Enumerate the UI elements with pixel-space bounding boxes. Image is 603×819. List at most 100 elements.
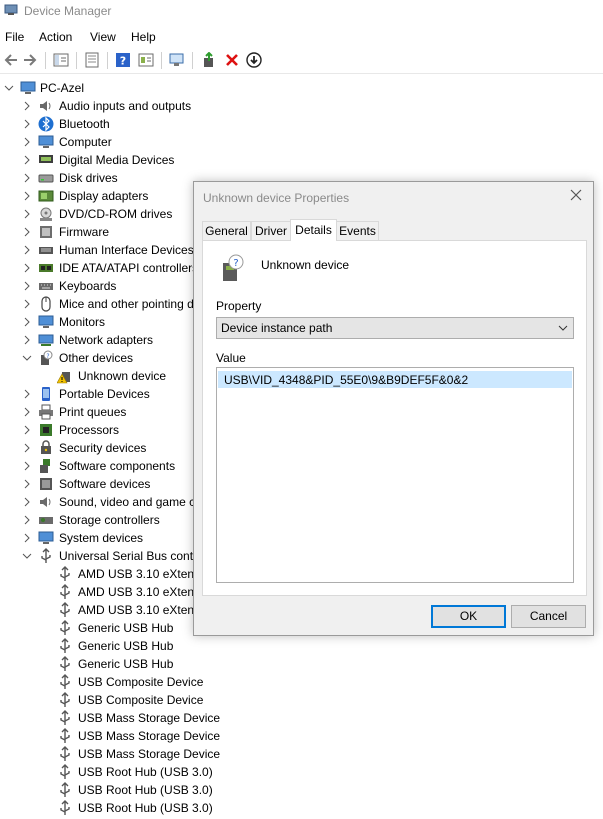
usb-child-item[interactable]: AMD USB 3.10 eXtensible Host Controller: [0, 565, 193, 583]
window-title: Device Manager: [24, 4, 112, 18]
tree-item-computer[interactable]: Computer: [0, 133, 193, 151]
tree-item-unknown-device[interactable]: Unknown device: [0, 367, 193, 385]
tree-item-security[interactable]: Security devices: [0, 439, 193, 457]
chevron-right-icon[interactable]: [22, 511, 32, 529]
tree-item-portable[interactable]: Portable Devices: [0, 385, 193, 403]
usb-child-item[interactable]: USB Composite Device: [0, 673, 260, 691]
chevron-right-icon[interactable]: [22, 439, 32, 457]
usb-child-item[interactable]: USB Root Hub (USB 3.0): [0, 781, 260, 799]
property-dropdown[interactable]: Device instance path: [216, 317, 574, 339]
tree-item-print-queues[interactable]: Print queues: [0, 403, 193, 421]
tree-item-audio[interactable]: Audio inputs and outputs: [0, 97, 193, 115]
menu-view[interactable]: View: [90, 30, 116, 44]
tree-item-digital-media[interactable]: Digital Media Devices: [0, 151, 193, 169]
processor-icon: [40, 424, 52, 436]
chevron-right-icon[interactable]: [22, 241, 32, 259]
chevron-right-icon[interactable]: [22, 259, 32, 277]
chevron-right-icon[interactable]: [22, 457, 32, 475]
tab-events[interactable]: Events: [336, 221, 379, 240]
tree-item-keyboards[interactable]: Keyboards: [0, 277, 193, 295]
usb-child-item[interactable]: Generic USB Hub: [0, 637, 260, 655]
chevron-right-icon[interactable]: [22, 187, 32, 205]
usb-child-item[interactable]: USB Root Hub (USB 3.0): [0, 799, 260, 817]
menu-help[interactable]: Help: [131, 30, 156, 44]
chevron-down-icon[interactable]: [22, 547, 32, 565]
tree-item-usb[interactable]: Universal Serial Bus controllers: [0, 547, 193, 565]
keyboard-icon: [39, 283, 53, 290]
usb-child-item[interactable]: USB Mass Storage Device: [0, 727, 260, 745]
chevron-right-icon[interactable]: [22, 421, 32, 439]
tree-item-system[interactable]: System devices: [0, 529, 193, 547]
menu-file[interactable]: File: [5, 30, 24, 44]
tree-item-software-components[interactable]: Software components: [0, 457, 193, 475]
chevron-right-icon[interactable]: [22, 493, 32, 511]
value-list[interactable]: USB\VID_4348&PID_55E0\9&B9DEF5F&0&2: [216, 367, 574, 583]
tree-item-mice[interactable]: Mice and other pointing devices: [0, 295, 193, 313]
tree-item-storage[interactable]: Storage controllers: [0, 511, 193, 529]
tab-details[interactable]: Details: [290, 219, 337, 241]
chevron-right-icon[interactable]: [22, 151, 32, 169]
tree-item-label: Software devices: [59, 477, 151, 491]
chevron-right-icon[interactable]: [22, 529, 32, 547]
usb-child-item[interactable]: AMD USB 3.10 eXtensible Host Controller: [0, 583, 193, 601]
usb-icon: [60, 566, 70, 581]
help-icon[interactable]: ?: [115, 52, 131, 68]
chevron-right-icon[interactable]: [22, 403, 32, 421]
back-arrow-icon[interactable]: [3, 52, 19, 68]
tree-item-dvd[interactable]: DVD/CD-ROM drives: [0, 205, 193, 223]
forward-arrow-icon[interactable]: [22, 52, 38, 68]
menu-action[interactable]: Action: [39, 30, 72, 44]
ok-button[interactable]: OK: [431, 605, 506, 628]
chevron-right-icon[interactable]: [22, 331, 32, 349]
tree-item-label: Generic USB Hub: [78, 621, 174, 635]
update-driver-icon[interactable]: [201, 52, 217, 68]
properties-icon[interactable]: [84, 52, 100, 68]
chevron-down-icon[interactable]: [22, 349, 32, 367]
tree-item-display-adapters[interactable]: Display adapters: [0, 187, 193, 205]
tree-item-label: USB Mass Storage Device: [78, 729, 221, 743]
show-hide-tree-icon[interactable]: [53, 52, 69, 68]
tree-root[interactable]: PC-Azel: [0, 79, 190, 97]
cancel-button[interactable]: Cancel: [511, 605, 586, 628]
chevron-down-icon[interactable]: [4, 79, 14, 97]
chevron-right-icon[interactable]: [22, 223, 32, 241]
tree-item-disk-drives[interactable]: Disk drives: [0, 169, 193, 187]
uninstall-device-icon[interactable]: [224, 52, 240, 68]
chevron-right-icon[interactable]: [22, 97, 32, 115]
tree-item-sound[interactable]: Sound, video and game controllers: [0, 493, 193, 511]
chevron-right-icon[interactable]: [22, 277, 32, 295]
chevron-right-icon[interactable]: [22, 205, 32, 223]
tree-item-software-devices[interactable]: Software devices: [0, 475, 193, 493]
tree-item-other-devices[interactable]: ? Other devices: [0, 349, 193, 367]
usb-child-item[interactable]: Generic USB Hub: [0, 655, 260, 673]
chevron-right-icon[interactable]: [22, 133, 32, 151]
chevron-right-icon[interactable]: [22, 475, 32, 493]
tree-item-ide[interactable]: IDE ATA/ATAPI controllers: [0, 259, 198, 277]
tab-general[interactable]: General: [202, 221, 251, 240]
printer-icon: [39, 404, 53, 420]
tree-item-label: Processors: [59, 423, 120, 437]
disable-device-icon[interactable]: [246, 52, 262, 68]
close-icon[interactable]: [569, 188, 583, 202]
tree-item-bluetooth[interactable]: Bluetooth: [0, 115, 193, 133]
usb-child-item[interactable]: USB Mass Storage Device: [0, 745, 260, 763]
chevron-right-icon[interactable]: [22, 385, 32, 403]
tree-item-monitors[interactable]: Monitors: [0, 313, 193, 331]
tree-item-processors[interactable]: Processors: [0, 421, 193, 439]
tab-driver[interactable]: Driver: [251, 221, 291, 240]
tree-item-hid[interactable]: Human Interface Devices: [0, 241, 194, 259]
tree-item-firmware[interactable]: Firmware: [0, 223, 193, 241]
chevron-right-icon[interactable]: [22, 169, 32, 187]
chevron-right-icon[interactable]: [22, 115, 32, 133]
usb-child-item[interactable]: USB Mass Storage Device: [0, 709, 260, 727]
scan-hardware-icon[interactable]: [169, 52, 185, 68]
view-devices-icon[interactable]: [138, 52, 154, 68]
tree-item-network[interactable]: Network adapters: [0, 331, 193, 349]
chevron-right-icon[interactable]: [22, 295, 32, 313]
usb-child-item[interactable]: AMD USB 3.10 eXtensible Host Controller: [0, 601, 193, 619]
value-item-selected[interactable]: USB\VID_4348&PID_55E0\9&B9DEF5F&0&2: [218, 371, 572, 388]
chevron-down-icon: [558, 325, 568, 331]
usb-child-item[interactable]: USB Root Hub (USB 3.0): [0, 763, 260, 781]
chevron-right-icon[interactable]: [22, 313, 32, 331]
usb-child-item[interactable]: USB Composite Device: [0, 691, 260, 709]
